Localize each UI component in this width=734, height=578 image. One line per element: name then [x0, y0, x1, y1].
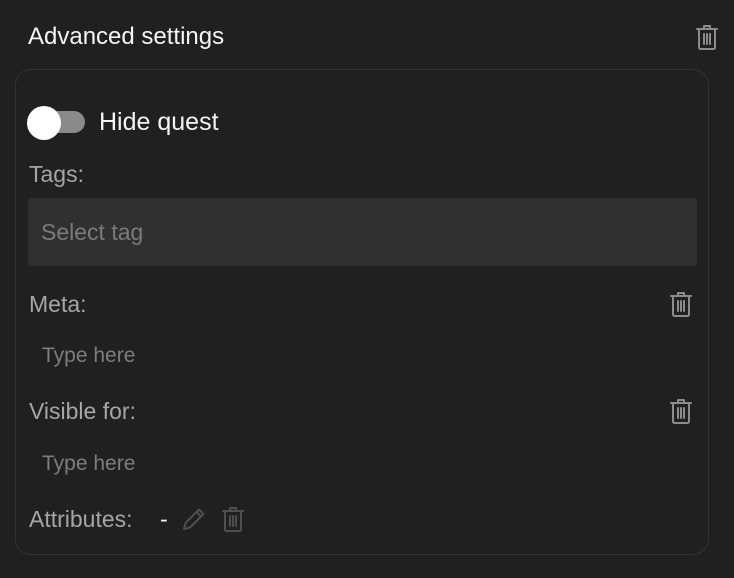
tag-select[interactable]: Select tag — [28, 198, 697, 266]
delete-attributes-button[interactable] — [220, 505, 246, 533]
visible-for-input[interactable] — [28, 444, 697, 484]
trash-icon — [696, 24, 718, 50]
trash-icon — [670, 291, 692, 317]
edit-attributes-button[interactable] — [180, 505, 208, 533]
meta-input[interactable] — [28, 336, 697, 376]
attributes-value: - — [160, 506, 168, 532]
delete-advanced-settings-button[interactable] — [693, 22, 721, 52]
delete-meta-button[interactable] — [667, 289, 695, 319]
trash-icon — [670, 398, 692, 424]
advanced-settings-panel: Advanced settings Hide quest Tags: Selec… — [0, 0, 734, 578]
tags-label: Tags: — [29, 161, 84, 187]
attributes-label: Attributes: — [29, 506, 133, 532]
delete-visible-for-button[interactable] — [667, 396, 695, 426]
trash-icon — [222, 506, 244, 532]
pencil-icon — [181, 506, 207, 532]
visible-for-label: Visible for: — [29, 398, 136, 424]
hide-quest-label: Hide quest — [99, 108, 219, 136]
toggle-knob[interactable] — [27, 106, 61, 140]
tag-select-placeholder: Select tag — [41, 218, 144, 245]
meta-label: Meta: — [29, 291, 87, 317]
hide-quest-toggle[interactable] — [27, 106, 87, 140]
panel-title: Advanced settings — [28, 23, 225, 50]
